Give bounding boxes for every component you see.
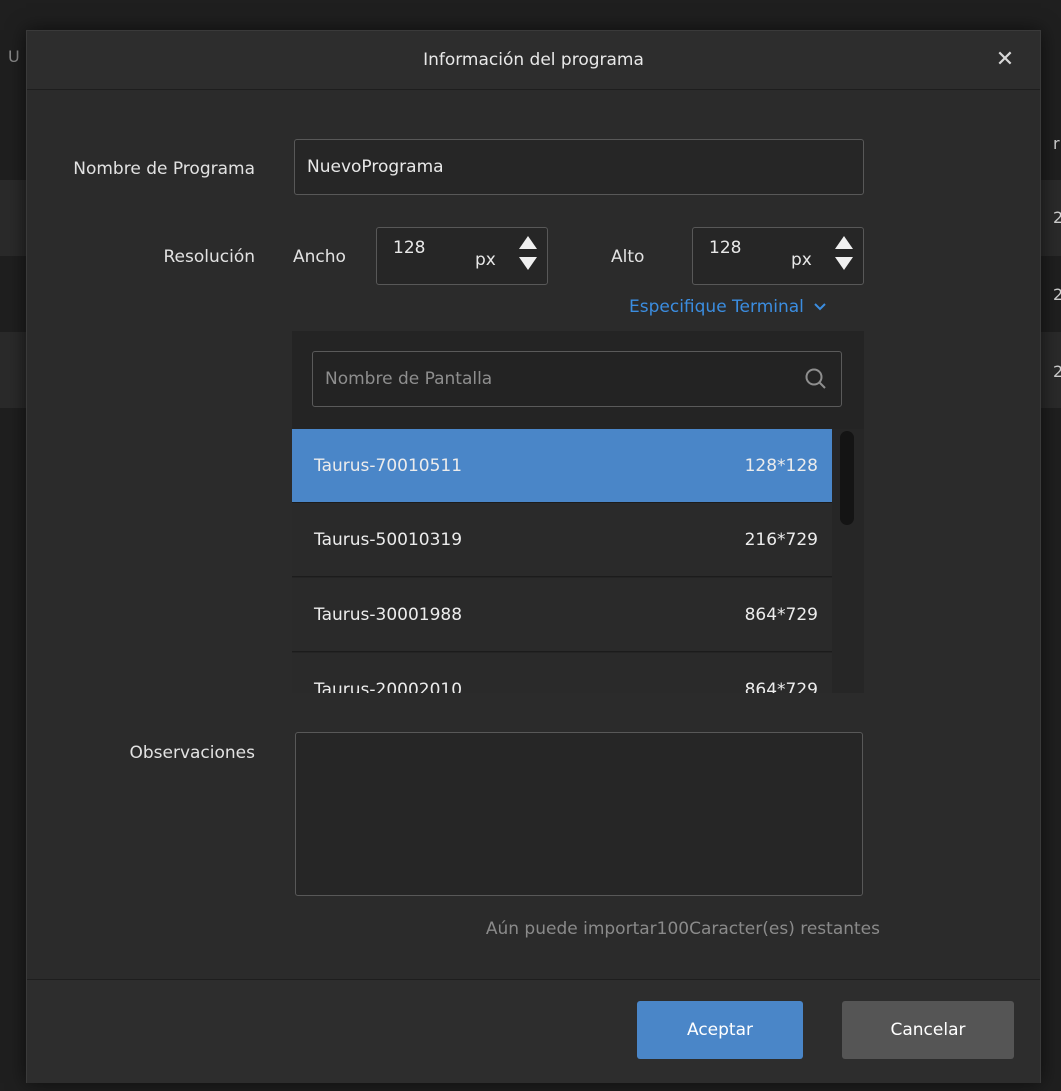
terminal-list-item[interactable]: Taurus-70010511 128*128 — [292, 429, 832, 503]
terminal-resolution: 216*729 — [744, 530, 818, 550]
notes-label: Observaciones — [129, 743, 255, 763]
background-text: 2 — [1053, 362, 1061, 381]
terminal-list-scrollbar[interactable] — [832, 429, 864, 693]
terminal-resolution: 128*128 — [744, 456, 818, 476]
terminal-list-item[interactable]: Taurus-50010319 216*729 — [292, 503, 832, 577]
resolution-label: Resolución — [163, 247, 255, 267]
program-name-input[interactable] — [294, 139, 864, 195]
cancel-button[interactable]: Cancelar — [842, 1001, 1014, 1059]
terminal-name: Taurus-30001988 — [314, 605, 463, 625]
height-label: Alto — [611, 247, 645, 267]
height-increment-icon[interactable] — [835, 236, 853, 249]
screen-search-box — [312, 351, 842, 407]
dialog-header: Información del programa ✕ — [27, 31, 1040, 90]
height-unit: px — [791, 250, 812, 270]
width-label: Ancho — [293, 247, 346, 267]
width-increment-icon[interactable] — [519, 236, 537, 249]
scrollbar-thumb[interactable] — [840, 431, 854, 525]
height-value: 128 — [709, 238, 742, 258]
width-spinbox[interactable]: 128 px — [376, 227, 548, 285]
program-name-label: Nombre de Programa — [73, 159, 255, 179]
search-icon[interactable] — [803, 366, 829, 392]
close-icon: ✕ — [995, 47, 1015, 72]
terminal-resolution: 864*729 — [744, 680, 818, 693]
screen-search-input[interactable] — [313, 352, 783, 406]
height-spinbox[interactable]: 128 px — [692, 227, 864, 285]
background-text: r — [1053, 134, 1060, 153]
dialog-title: Información del programa — [423, 50, 644, 70]
notes-textarea[interactable] — [295, 732, 863, 896]
terminal-list-item[interactable]: Taurus-20002010 864*729 — [292, 653, 832, 693]
width-value: 128 — [393, 238, 426, 258]
notes-char-hint: Aún puede importar100Caracter(es) restan… — [485, 919, 880, 939]
terminal-resolution: 864*729 — [744, 605, 818, 625]
terminal-name: Taurus-50010319 — [314, 530, 463, 550]
terminal-list: Taurus-70010511 128*128 Taurus-50010319 … — [292, 429, 832, 693]
width-unit: px — [475, 250, 496, 270]
background-text: 2 — [1053, 285, 1061, 304]
height-decrement-icon[interactable] — [835, 257, 853, 270]
background-text: U — [8, 47, 20, 66]
width-decrement-icon[interactable] — [519, 257, 537, 270]
terminal-panel: Taurus-70010511 128*128 Taurus-50010319 … — [292, 331, 864, 693]
chevron-down-icon — [814, 303, 827, 311]
dialog-footer: Aceptar Cancelar — [27, 979, 1040, 1083]
specify-terminal-link[interactable]: Especifique Terminal — [629, 297, 827, 317]
accept-button[interactable]: Aceptar — [637, 1001, 803, 1059]
terminal-name: Taurus-20002010 — [314, 680, 463, 693]
program-info-dialog: Información del programa ✕ Nombre de Pro… — [26, 30, 1041, 1083]
close-button[interactable]: ✕ — [990, 45, 1020, 75]
specify-terminal-label: Especifique Terminal — [629, 297, 804, 317]
terminal-list-item[interactable]: Taurus-30001988 864*729 — [292, 578, 832, 652]
terminal-name: Taurus-70010511 — [314, 456, 463, 476]
background-text: 2 — [1053, 208, 1061, 227]
